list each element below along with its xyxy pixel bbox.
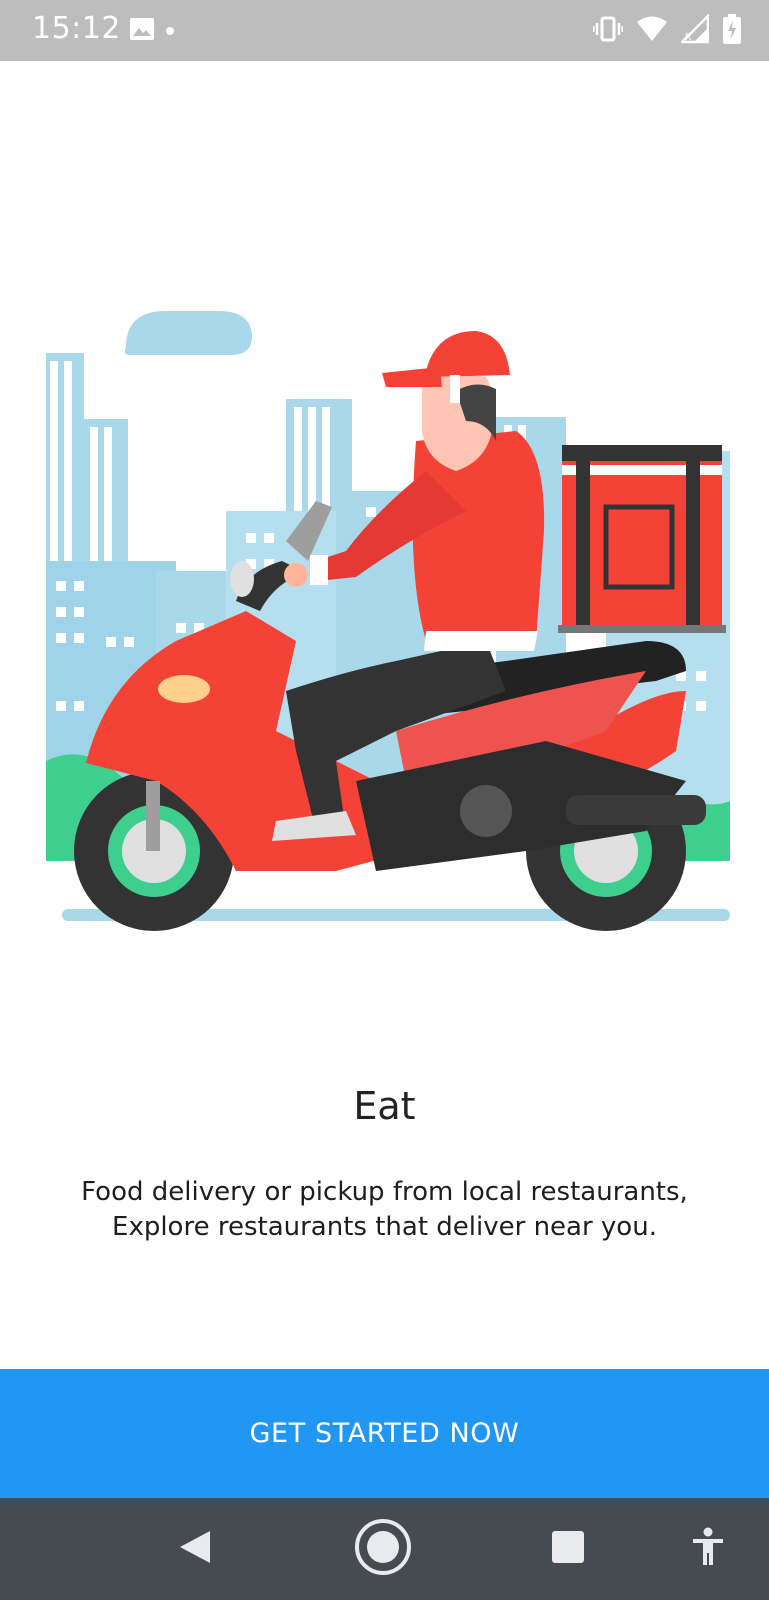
description-line: Food delivery or pickup from local resta… (81, 1177, 688, 1207)
status-bar: 15:12 R (0, 0, 769, 61)
delivery-scooter-illustration (46, 311, 730, 1001)
image-icon (129, 17, 155, 46)
onboarding-title: Eat (353, 1084, 416, 1128)
status-time: 15:12 (32, 11, 121, 46)
back-icon (178, 1529, 212, 1570)
accessibility-button[interactable] (686, 1498, 730, 1600)
get-started-label: GET STARTED NOW (249, 1418, 520, 1449)
status-left-icons (129, 17, 175, 46)
home-icon (353, 1517, 413, 1582)
svg-text:R: R (685, 33, 691, 43)
signal-icon: R (678, 12, 710, 49)
get-started-button[interactable]: GET STARTED NOW (0, 1369, 769, 1498)
recents-button[interactable] (546, 1498, 590, 1600)
dot-icon (165, 23, 175, 41)
vibrate-icon (592, 15, 624, 48)
description-line: Explore restaurants that deliver near yo… (112, 1212, 657, 1242)
status-right-icons: R (592, 12, 741, 49)
onboarding-page: Eat Food delivery or pickup from local r… (0, 61, 769, 1369)
wifi-icon (637, 16, 667, 47)
accessibility-icon (691, 1527, 725, 1572)
battery-icon (723, 14, 741, 49)
recents-icon (551, 1530, 585, 1569)
onboarding-description: Food delivery or pickup from local resta… (40, 1175, 729, 1245)
back-button[interactable] (170, 1498, 220, 1600)
home-button[interactable] (351, 1498, 415, 1600)
navigation-bar (0, 1498, 769, 1600)
